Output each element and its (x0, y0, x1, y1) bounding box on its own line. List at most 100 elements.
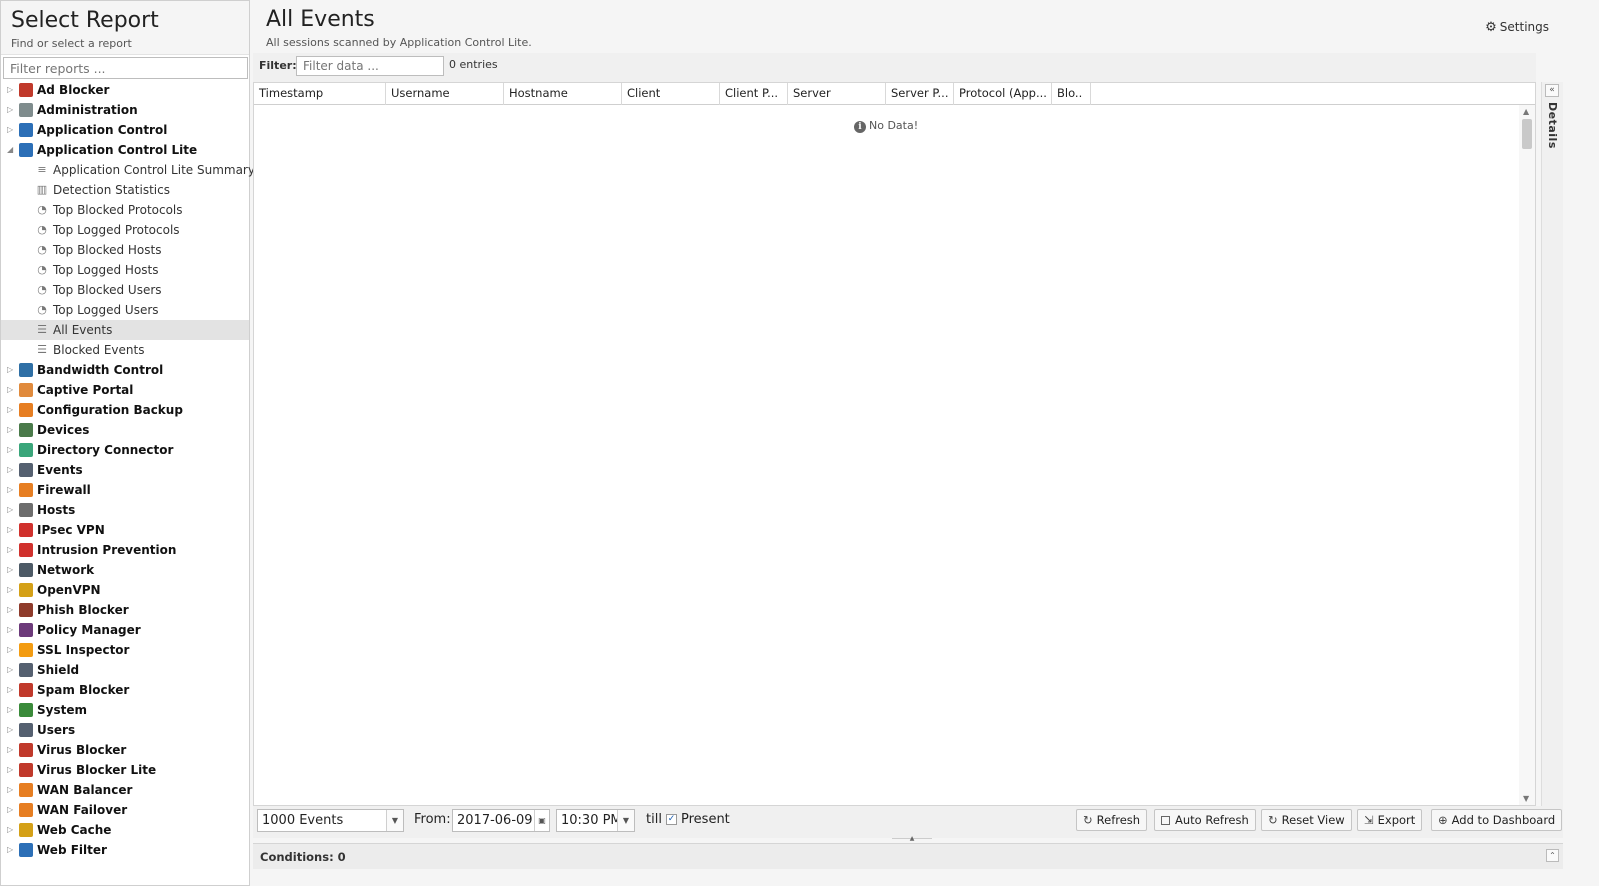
expand-triangle-icon[interactable]: ▷ (7, 640, 15, 660)
expand-triangle-icon[interactable]: ▷ (7, 420, 15, 440)
column-header-timestamp[interactable]: Timestamp (254, 83, 386, 105)
conditions-splitter[interactable]: ▲ (892, 836, 932, 842)
chevron-down-icon[interactable]: ▼ (617, 810, 634, 831)
column-header-client[interactable]: Client (622, 83, 720, 105)
scroll-up-icon[interactable]: ▲ (1523, 107, 1529, 116)
report-item-top-blocked-protocols[interactable]: ◔ Top Blocked Protocols (1, 200, 249, 220)
tree-node-application-control-lite[interactable]: ◢ Application Control Lite (1, 140, 249, 160)
scrollbar-thumb[interactable] (1522, 119, 1532, 149)
scroll-down-icon[interactable]: ▼ (1523, 794, 1529, 803)
reset-view-button[interactable]: ↻ Reset View (1261, 809, 1352, 831)
column-header-server-p[interactable]: Server P... (886, 83, 954, 105)
tree-node-configuration-backup[interactable]: ▷ Configuration Backup (1, 400, 249, 420)
expand-triangle-icon[interactable]: ▷ (7, 80, 15, 100)
present-checkbox[interactable]: ✓ (666, 814, 677, 825)
report-item-application-control-lite-summary[interactable]: ≡ Application Control Lite Summary (1, 160, 255, 180)
tree-node-openvpn[interactable]: ▷ OpenVPN (1, 580, 249, 600)
details-panel[interactable]: « Details (1541, 82, 1563, 806)
auto-refresh-toggle[interactable]: Auto Refresh (1154, 809, 1256, 831)
column-header-blo[interactable]: Blo.. (1052, 83, 1091, 105)
expand-triangle-icon[interactable]: ▷ (7, 500, 15, 520)
column-header-server[interactable]: Server (788, 83, 886, 105)
report-item-top-blocked-users[interactable]: ◔ Top Blocked Users (1, 280, 249, 300)
expand-triangle-icon[interactable]: ▷ (7, 560, 15, 580)
chevron-down-icon[interactable]: ▼ (386, 810, 403, 831)
expand-triangle-icon[interactable]: ▷ (7, 700, 15, 720)
expand-triangle-icon[interactable]: ▷ (7, 720, 15, 740)
tree-node-wan-balancer[interactable]: ▷ WAN Balancer (1, 780, 249, 800)
tree-node-spam-blocker[interactable]: ▷ Spam Blocker (1, 680, 249, 700)
export-button[interactable]: ⇲ Export (1357, 809, 1423, 831)
tree-node-captive-portal[interactable]: ▷ Captive Portal (1, 380, 249, 400)
filter-reports-input[interactable] (3, 57, 248, 79)
tree-node-network[interactable]: ▷ Network (1, 560, 249, 580)
tree-node-web-filter[interactable]: ▷ Web Filter (1, 840, 249, 860)
tree-node-virus-blocker[interactable]: ▷ Virus Blocker (1, 740, 249, 760)
expand-details-icon[interactable]: « (1545, 84, 1559, 97)
report-item-all-events[interactable]: ☰ All Events (1, 320, 249, 340)
expand-triangle-icon[interactable]: ▷ (7, 120, 15, 140)
expand-triangle-icon[interactable]: ▷ (7, 460, 15, 480)
column-header-client-p[interactable]: Client P... (720, 83, 788, 105)
expand-triangle-icon[interactable]: ▷ (7, 380, 15, 400)
tree-node-system[interactable]: ▷ System (1, 700, 249, 720)
tree-node-policy-manager[interactable]: ▷ Policy Manager (1, 620, 249, 640)
tree-node-web-cache[interactable]: ▷ Web Cache (1, 820, 249, 840)
tree-node-events[interactable]: ▷ Events (1, 460, 249, 480)
expand-triangle-icon[interactable]: ▷ (7, 660, 15, 680)
event-limit-select[interactable]: 1000 Events ▼ (257, 809, 404, 832)
expand-triangle-icon[interactable]: ▷ (7, 440, 15, 460)
add-to-dashboard-button[interactable]: ⊕ Add to Dashboard (1431, 809, 1563, 831)
report-item-top-logged-users[interactable]: ◔ Top Logged Users (1, 300, 249, 320)
column-header-protocol-app[interactable]: Protocol (App... (954, 83, 1052, 105)
column-header-username[interactable]: Username (386, 83, 504, 105)
tree-node-virus-blocker-lite[interactable]: ▷ Virus Blocker Lite (1, 760, 249, 780)
report-item-top-blocked-hosts[interactable]: ◔ Top Blocked Hosts (1, 240, 249, 260)
tree-node-administration[interactable]: ▷ Administration (1, 100, 249, 120)
expand-triangle-icon[interactable]: ▷ (7, 580, 15, 600)
tree-node-application-control[interactable]: ▷ Application Control (1, 120, 249, 140)
filter-data-input[interactable] (296, 56, 444, 76)
tree-node-users[interactable]: ▷ Users (1, 720, 249, 740)
collapse-triangle-icon[interactable]: ◢ (7, 140, 15, 160)
tree-node-wan-failover[interactable]: ▷ WAN Failover (1, 800, 249, 820)
settings-button[interactable]: ⚙ Settings (1485, 20, 1549, 35)
report-item-top-logged-hosts[interactable]: ◔ Top Logged Hosts (1, 260, 249, 280)
report-item-top-logged-protocols[interactable]: ◔ Top Logged Protocols (1, 220, 249, 240)
expand-triangle-icon[interactable]: ▷ (7, 600, 15, 620)
refresh-button[interactable]: ↻ Refresh (1076, 809, 1148, 831)
tree-node-ad-blocker[interactable]: ▷ Ad Blocker (1, 80, 249, 100)
tree-node-ssl-inspector[interactable]: ▷ SSL Inspector (1, 640, 249, 660)
expand-triangle-icon[interactable]: ▷ (7, 820, 15, 840)
expand-triangle-icon[interactable]: ▷ (7, 520, 15, 540)
tree-node-bandwidth-control[interactable]: ▷ Bandwidth Control (1, 360, 249, 380)
tree-node-hosts[interactable]: ▷ Hosts (1, 500, 249, 520)
column-header-hostname[interactable]: Hostname (504, 83, 622, 105)
from-time-field[interactable]: 10:30 PM ▼ (556, 809, 635, 832)
expand-triangle-icon[interactable]: ▷ (7, 540, 15, 560)
from-date-field[interactable]: 2017-06-09 ▣ (452, 809, 550, 832)
tree-node-firewall[interactable]: ▷ Firewall (1, 480, 249, 500)
tree-node-phish-blocker[interactable]: ▷ Phish Blocker (1, 600, 249, 620)
report-item-blocked-events[interactable]: ☰ Blocked Events (1, 340, 249, 360)
tree-node-intrusion-prevention[interactable]: ▷ Intrusion Prevention (1, 540, 249, 560)
expand-triangle-icon[interactable]: ▷ (7, 780, 15, 800)
expand-triangle-icon[interactable]: ▷ (7, 680, 15, 700)
grid-scrollbar[interactable]: ▲ ▼ (1519, 105, 1535, 805)
expand-triangle-icon[interactable]: ▷ (7, 480, 15, 500)
expand-triangle-icon[interactable]: ▷ (7, 360, 15, 380)
expand-triangle-icon[interactable]: ▷ (7, 740, 15, 760)
expand-triangle-icon[interactable]: ▷ (7, 400, 15, 420)
expand-triangle-icon[interactable]: ▷ (7, 620, 15, 640)
expand-triangle-icon[interactable]: ▷ (7, 760, 15, 780)
report-item-detection-statistics[interactable]: ▥ Detection Statistics (1, 180, 249, 200)
expand-triangle-icon[interactable]: ▷ (7, 800, 15, 820)
tree-node-directory-connector[interactable]: ▷ Directory Connector (1, 440, 249, 460)
calendar-icon[interactable]: ▣ (534, 810, 549, 831)
tree-node-shield[interactable]: ▷ Shield (1, 660, 249, 680)
expand-triangle-icon[interactable]: ▷ (7, 840, 15, 860)
tree-node-devices[interactable]: ▷ Devices (1, 420, 249, 440)
expand-triangle-icon[interactable]: ▷ (7, 100, 15, 120)
conditions-panel[interactable]: Conditions: 0 ⌃ (253, 843, 1563, 869)
tree-node-ipsec-vpn[interactable]: ▷ IPsec VPN (1, 520, 249, 540)
